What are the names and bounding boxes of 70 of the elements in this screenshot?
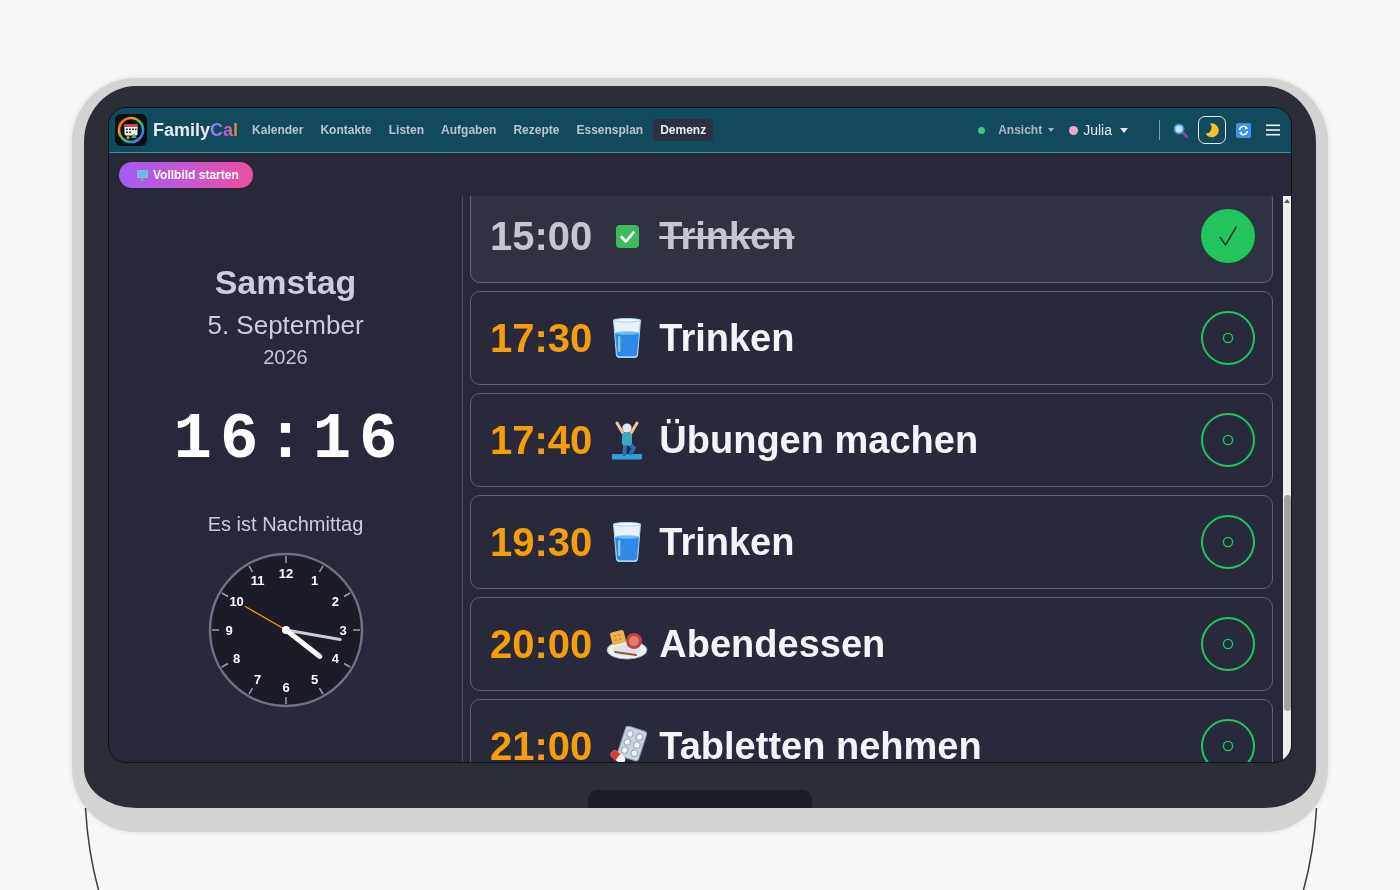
complete-toggle[interactable]	[1201, 719, 1255, 762]
nav-link[interactable]: Demenz	[653, 119, 714, 141]
task-title: Übungen machen	[659, 418, 979, 462]
clock-numeral: 9	[224, 622, 233, 638]
ring-icon	[1222, 332, 1234, 344]
complete-toggle[interactable]	[1201, 413, 1255, 467]
menu-icon[interactable]	[1266, 124, 1280, 136]
user-dot-icon	[1069, 125, 1079, 135]
search-icon[interactable]	[1173, 122, 1188, 138]
date-label: 5. September	[207, 309, 364, 341]
moon-icon	[1204, 122, 1220, 138]
nav-link[interactable]: Essensplan	[569, 119, 651, 141]
clock-numeral: 12	[278, 565, 293, 581]
complete-toggle[interactable]	[1201, 515, 1255, 569]
clock-pivot-icon	[281, 626, 290, 634]
task-title: Trinken	[659, 316, 795, 360]
year-label: 2026	[263, 345, 308, 370]
complete-toggle[interactable]	[1201, 209, 1255, 263]
monitor-icon	[137, 169, 148, 181]
nav-link[interactable]: Kontakte	[313, 119, 379, 141]
check-icon	[1218, 225, 1238, 247]
nav-link[interactable]: Aufgaben	[434, 119, 504, 141]
clock-numeral: 2	[331, 594, 339, 610]
nav-link[interactable]: Kalender	[245, 119, 311, 141]
complete-toggle[interactable]	[1201, 311, 1255, 365]
weekday-label: Samstag	[214, 262, 357, 303]
app-name: FamilyCal	[153, 119, 239, 141]
glass-of-water-icon	[612, 318, 643, 358]
clock-numeral: 7	[253, 671, 261, 687]
ring-icon	[1222, 638, 1234, 650]
task-title: Tabletten nehmen	[659, 724, 982, 762]
exercising-person-icon	[611, 420, 644, 460]
task-time: 21:00	[490, 723, 593, 762]
task-time: 17:40	[490, 417, 593, 463]
ring-icon	[1222, 434, 1234, 446]
clock-numeral: 8	[232, 651, 240, 667]
checkbox-tick-icon	[615, 224, 639, 248]
calendar-logo-icon	[115, 114, 147, 146]
complete-toggle[interactable]	[1201, 617, 1255, 671]
clock-numeral: 10	[228, 594, 244, 610]
task-time: 19:30	[490, 519, 593, 565]
task-title: Abendessen	[659, 622, 886, 666]
fullscreen-button[interactable]: Vollbild starten	[119, 162, 253, 188]
clock-numeral: 6	[281, 679, 290, 695]
nav-link[interactable]: Rezepte	[506, 119, 567, 141]
scrollbar-thumb[interactable]	[1283, 495, 1291, 711]
clock-numeral: 1	[310, 573, 318, 589]
glass-of-water-icon	[612, 522, 643, 562]
ring-icon	[1222, 740, 1234, 752]
clock-numeral: 11	[250, 573, 264, 589]
task-title: Trinken	[659, 520, 795, 564]
task-time: 15:00	[490, 213, 593, 259]
sync-icon[interactable]	[1236, 122, 1251, 138]
digital-clock: 16:16	[172, 405, 406, 475]
task-time: 17:30	[490, 315, 593, 361]
user-menu-button[interactable]: Julia	[1069, 122, 1128, 138]
caret-icon	[1120, 127, 1128, 133]
clock-numeral: 4	[331, 651, 339, 667]
task-title: Trinken	[659, 214, 795, 258]
time-of-day-label: Es ist Nachmittag	[207, 512, 364, 537]
clock-numeral: 5	[310, 671, 318, 687]
theme-toggle-button[interactable]	[1198, 116, 1226, 144]
ring-icon	[1222, 536, 1234, 548]
caret-icon	[1048, 128, 1055, 132]
scroll-up-arrow-icon[interactable]	[1284, 199, 1290, 203]
task-time: 20:00	[490, 621, 593, 667]
nav-link[interactable]: Listen	[381, 119, 432, 141]
view-menu-button[interactable]: Ansicht	[998, 123, 1055, 137]
clock-numeral: 3	[338, 622, 347, 638]
plate-of-food-icon	[606, 628, 649, 660]
